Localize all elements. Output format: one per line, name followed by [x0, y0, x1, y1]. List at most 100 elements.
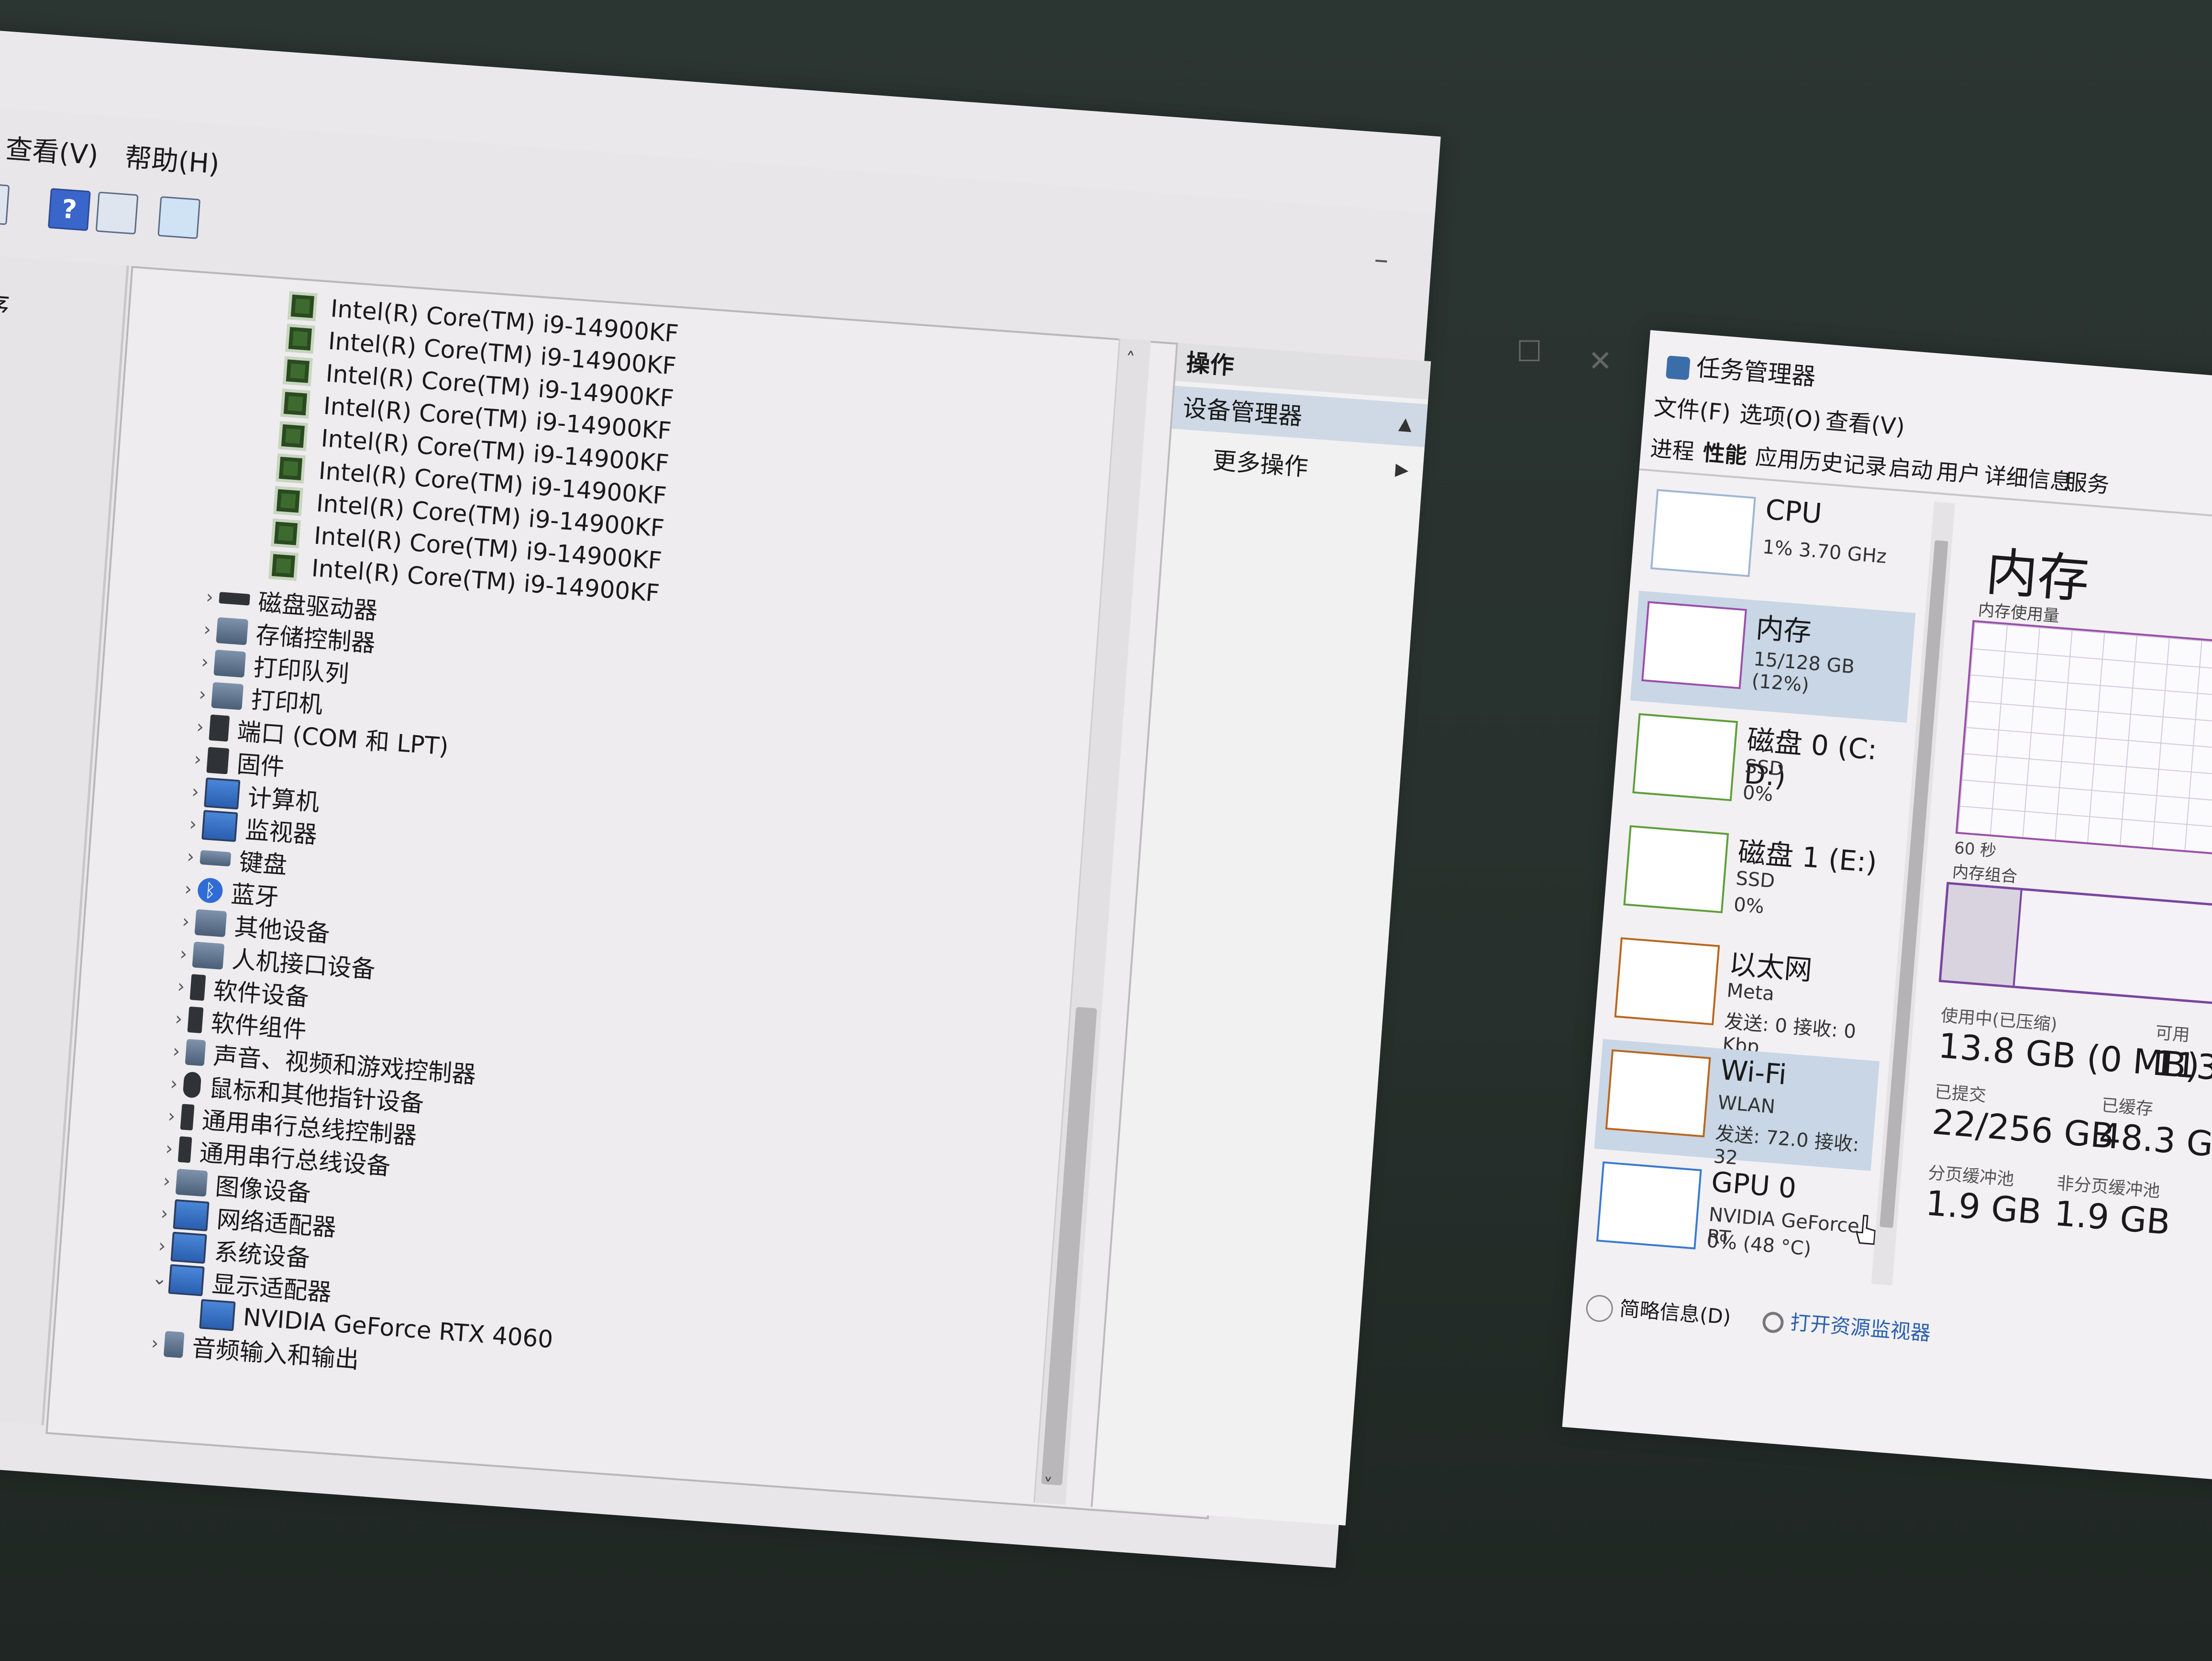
open-resource-monitor-link[interactable]: 打开资源监视器	[1761, 1304, 1932, 1347]
disk0-mini-graph	[1632, 713, 1738, 801]
resource-adapter: Meta	[1725, 979, 1775, 1006]
minimize-icon[interactable]: –	[1373, 242, 1390, 277]
system-device-icon	[170, 1231, 207, 1264]
chevron-right-icon[interactable]: ›	[195, 651, 215, 673]
chevron-right-icon[interactable]: ›	[173, 942, 194, 965]
mouse-icon	[182, 1071, 202, 1098]
tab-services[interactable]: 服务	[2064, 465, 2111, 499]
maximize-icon[interactable]: ☐	[1516, 335, 1542, 368]
imaging-icon	[175, 1168, 208, 1197]
tab-details[interactable]: 详细信息	[1983, 458, 2074, 497]
cpu-mini-graph	[1650, 489, 1756, 577]
fewer-details-label: 简略信息(D)	[1618, 1296, 1732, 1329]
chevron-right-icon[interactable]: ›	[154, 1202, 175, 1225]
processor-icon	[271, 518, 301, 549]
chevron-right-icon[interactable]: ›	[178, 878, 199, 900]
display-adapter-icon	[199, 1299, 236, 1331]
other-devices-icon	[194, 909, 227, 937]
chevron-right-icon[interactable]: ›	[166, 1040, 187, 1063]
display-adapter-icon	[168, 1264, 205, 1296]
collapse-icon[interactable]: ▲	[1397, 402, 1414, 446]
resource-type: SSD	[1735, 867, 1776, 893]
chevron-right-icon[interactable]: ›	[197, 618, 218, 641]
category-label: 固件	[235, 750, 286, 782]
chevron-right-icon[interactable]: ›	[183, 813, 203, 835]
sound-icon	[185, 1039, 206, 1066]
chevron-right-icon[interactable]: ›	[199, 586, 220, 608]
device-manager-window: 查看(V) 帮助(H) ? 程序 组 Intel(R) Core(TM) i9-…	[0, 29, 1441, 1568]
fewer-details-button[interactable]: 简略信息(D)	[1585, 1290, 1732, 1332]
resource-type: SSD	[1744, 755, 1785, 781]
nonpaged-pool-value: 1.9 GB	[2053, 1193, 2172, 1243]
scroll-down-icon[interactable]: ˅	[1042, 1474, 1053, 1497]
computer-icon	[204, 777, 241, 810]
resource-ethernet[interactable]: 以太网 Meta 发送: 0 接收: 0 Kbp	[1603, 927, 1889, 1059]
resource-memory[interactable]: 内存 15/128 GB (12%)	[1630, 590, 1916, 723]
help-icon[interactable]: ?	[47, 188, 91, 231]
menu-help[interactable]: 帮助(H)	[124, 136, 221, 181]
chevron-right-icon[interactable]: ▶	[1394, 460, 1409, 480]
chevron-right-icon[interactable]: ›	[164, 1073, 184, 1095]
resource-monitor-icon	[1761, 1311, 1785, 1334]
left-pane-item[interactable]: 程序	[0, 282, 11, 324]
more-actions[interactable]: 更多操作	[1212, 442, 1310, 483]
processor-icon	[276, 454, 306, 484]
bluetooth-icon: ᛒ	[197, 877, 224, 904]
chevron-up-icon	[1585, 1294, 1614, 1323]
processor-icon	[280, 388, 310, 419]
resource-name: CPU	[1764, 493, 1824, 530]
software-component-icon	[187, 1006, 204, 1033]
port-icon	[209, 714, 230, 742]
speaker-icon	[163, 1331, 185, 1358]
resource-value: 15/128 GB (12%)	[1751, 648, 1856, 697]
hid-icon	[192, 941, 225, 970]
chevron-right-icon[interactable]: ›	[180, 845, 201, 868]
paged-pool-value: 1.9 GB	[1924, 1183, 2043, 1232]
chevron-right-icon[interactable]: ›	[176, 910, 196, 932]
resource-wifi[interactable]: Wi-Fi WLAN 发送: 72.0 接收: 32	[1594, 1039, 1880, 1171]
chevron-right-icon[interactable]: ›	[171, 975, 191, 997]
processor-icon	[285, 324, 315, 354]
processor-icon	[278, 421, 308, 451]
resource-disk1[interactable]: 磁盘 1 (E:) SSD 0%	[1612, 815, 1898, 947]
chevron-right-icon[interactable]: ›	[190, 716, 210, 738]
resource-disk0[interactable]: 磁盘 0 (C: D:) SSD 0%	[1621, 703, 1907, 835]
chevron-right-icon[interactable]: ›	[159, 1137, 179, 1160]
menu-options[interactable]: 选项(O)	[1738, 395, 1823, 435]
monitor-icon	[201, 809, 238, 842]
chevron-down-icon[interactable]: ⌄	[149, 1267, 170, 1289]
menu-view[interactable]: 查看(V)	[1825, 402, 1906, 442]
memory-in-use-segment	[1941, 884, 2023, 986]
committed-value: 22/256 GB	[1930, 1101, 2116, 1157]
close-icon[interactable]: ✕	[1588, 344, 1612, 378]
chevron-right-icon[interactable]: ›	[144, 1332, 165, 1354]
wifi-mini-graph	[1605, 1049, 1711, 1138]
chevron-right-icon[interactable]: ›	[152, 1235, 172, 1257]
tab-processes[interactable]: 进程	[1649, 431, 1696, 466]
chevron-right-icon[interactable]: ›	[192, 683, 213, 706]
scan-hardware-icon[interactable]	[157, 196, 201, 239]
task-manager-icon	[1666, 355, 1691, 380]
chevron-right-icon[interactable]: ›	[185, 780, 206, 803]
resource-gpu[interactable]: GPU 0 NVIDIA GeForce RT 0% (48 °C)	[1585, 1151, 1871, 1283]
tab-performance[interactable]: 性能	[1702, 435, 1748, 470]
scroll-up-icon[interactable]: ˄	[1125, 349, 1136, 371]
cached-value: 48.3 GB	[2097, 1115, 2212, 1166]
chevron-right-icon[interactable]: ›	[188, 748, 208, 770]
chevron-right-icon[interactable]: ›	[168, 1008, 189, 1030]
view-icon[interactable]	[95, 191, 139, 235]
tab-app-history[interactable]: 应用历史记录	[1754, 440, 1888, 482]
resource-value: 0%	[1733, 893, 1765, 918]
resource-value: 0%	[1742, 781, 1774, 806]
menu-view[interactable]: 查看(V)	[4, 127, 100, 173]
keyboard-icon	[199, 850, 232, 867]
gpu-mini-graph	[1596, 1161, 1702, 1250]
menu-file[interactable]: 文件(F)	[1653, 388, 1732, 428]
print-queue-icon	[213, 649, 246, 678]
chevron-right-icon[interactable]: ›	[156, 1170, 177, 1192]
tab-startup[interactable]: 启动	[1888, 450, 1934, 485]
processor-icon	[273, 486, 303, 516]
resource-cpu[interactable]: CPU 1% 3.70 GHz	[1639, 479, 1925, 611]
tab-users[interactable]: 用户	[1936, 454, 1982, 489]
chevron-right-icon[interactable]: ›	[161, 1105, 182, 1127]
